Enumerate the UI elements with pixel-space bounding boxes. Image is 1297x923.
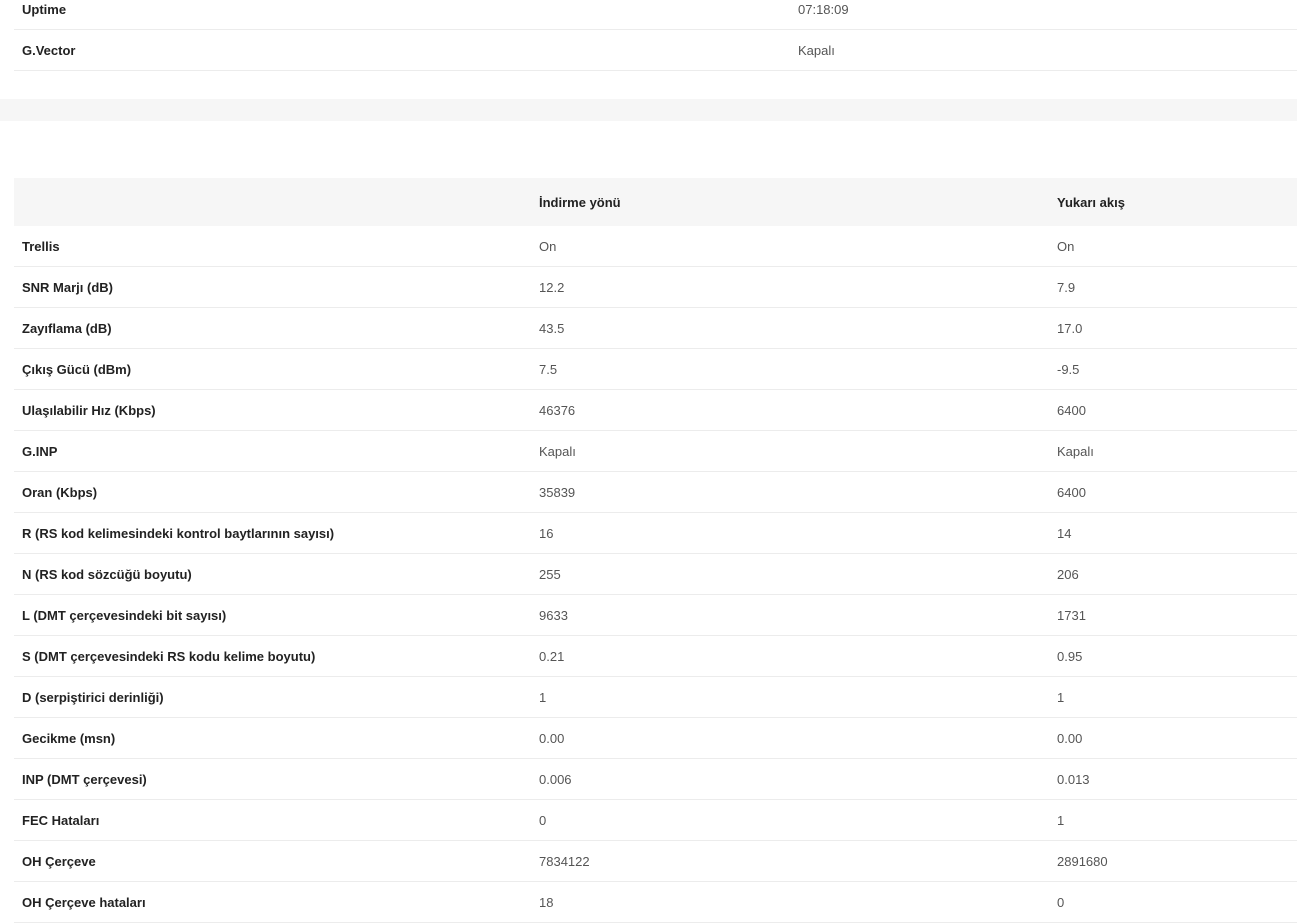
downstream-value: 35839 [531, 471, 1049, 513]
row-label: D (serpiştirici derinliği) [14, 676, 531, 718]
table-row: Çıkış Gücü (dBm) 7.5 -9.5 [14, 348, 1297, 390]
upstream-value: 6400 [1049, 389, 1297, 431]
table-row: Uptime 07:18:09 [14, 0, 1297, 30]
downstream-value: Kapalı [531, 430, 1049, 472]
table-row: L (DMT çerçevesindeki bit sayısı) 9633 1… [14, 594, 1297, 636]
row-label: Zayıflama (dB) [14, 307, 531, 349]
dsl-summary-table: Uptime 07:18:09 G.Vector Kapalı [14, 0, 1297, 71]
table-row: Zayıflama (dB) 43.5 17.0 [14, 307, 1297, 349]
downstream-value: On [531, 226, 1049, 267]
downstream-value: 9633 [531, 594, 1049, 636]
downstream-value: 46376 [531, 389, 1049, 431]
upstream-value: 0 [1049, 881, 1297, 923]
table-row: SNR Marjı (dB) 12.2 7.9 [14, 266, 1297, 308]
row-label: Ulaşılabilir Hız (Kbps) [14, 389, 531, 431]
row-label: Oran (Kbps) [14, 471, 531, 513]
table-row: FEC Hataları 0 1 [14, 799, 1297, 841]
table-row: Trellis On On [14, 226, 1297, 267]
table-row: D (serpiştirici derinliği) 1 1 [14, 676, 1297, 718]
uptime-value: 07:18:09 [790, 0, 1297, 30]
table-row: OH Çerçeve 7834122 2891680 [14, 840, 1297, 882]
table-row: OH Çerçeve hataları 18 0 [14, 881, 1297, 923]
g-vector-value: Kapalı [790, 29, 1297, 71]
uptime-label: Uptime [14, 0, 790, 30]
row-label: OH Çerçeve hataları [14, 881, 531, 923]
row-label: FEC Hataları [14, 799, 531, 841]
downstream-column-header: İndirme yönü [531, 178, 1049, 226]
upstream-value: -9.5 [1049, 348, 1297, 390]
upstream-value: Kapalı [1049, 430, 1297, 472]
table-row: G.INP Kapalı Kapalı [14, 430, 1297, 472]
upstream-value: 7.9 [1049, 266, 1297, 308]
downstream-value: 0.00 [531, 717, 1049, 759]
g-vector-label: G.Vector [14, 29, 790, 71]
table-row: Oran (Kbps) 35839 6400 [14, 471, 1297, 513]
table-row: INP (DMT çerçevesi) 0.006 0.013 [14, 758, 1297, 800]
table-row: R (RS kod kelimesindeki kontrol baytları… [14, 512, 1297, 554]
downstream-value: 0.006 [531, 758, 1049, 800]
upstream-value: 1 [1049, 676, 1297, 718]
row-label: Çıkış Gücü (dBm) [14, 348, 531, 390]
table-header-row: İndirme yönü Yukarı akış [14, 178, 1297, 226]
upstream-value: 0.00 [1049, 717, 1297, 759]
table-row: N (RS kod sözcüğü boyutu) 255 206 [14, 553, 1297, 595]
downstream-value: 7.5 [531, 348, 1049, 390]
upstream-value: 1 [1049, 799, 1297, 841]
downstream-value: 43.5 [531, 307, 1049, 349]
table-row: S (DMT çerçevesindeki RS kodu kelime boy… [14, 635, 1297, 677]
table-row: G.Vector Kapalı [14, 29, 1297, 71]
downstream-value: 0.21 [531, 635, 1049, 677]
upstream-value: 14 [1049, 512, 1297, 554]
upstream-value: 2891680 [1049, 840, 1297, 882]
upstream-column-header: Yukarı akış [1049, 178, 1297, 226]
downstream-value: 0 [531, 799, 1049, 841]
row-label: SNR Marjı (dB) [14, 266, 531, 308]
downstream-value: 7834122 [531, 840, 1049, 882]
row-label: L (DMT çerçevesindeki bit sayısı) [14, 594, 531, 636]
upstream-value: 0.013 [1049, 758, 1297, 800]
row-label: R (RS kod kelimesindeki kontrol baytları… [14, 512, 531, 554]
downstream-value: 1 [531, 676, 1049, 718]
row-label: Gecikme (msn) [14, 717, 531, 759]
downstream-value: 18 [531, 881, 1049, 923]
upstream-value: 6400 [1049, 471, 1297, 513]
table-row: Gecikme (msn) 0.00 0.00 [14, 717, 1297, 759]
section-divider [0, 99, 1297, 121]
row-label: INP (DMT çerçevesi) [14, 758, 531, 800]
row-label: G.INP [14, 430, 531, 472]
downstream-value: 16 [531, 512, 1049, 554]
line-statistics-table: İndirme yönü Yukarı akış Trellis On On S… [14, 178, 1297, 923]
row-label: Trellis [14, 226, 531, 267]
row-label: OH Çerçeve [14, 840, 531, 882]
upstream-value: 206 [1049, 553, 1297, 595]
table-row: Ulaşılabilir Hız (Kbps) 46376 6400 [14, 389, 1297, 431]
upstream-value: On [1049, 226, 1297, 267]
upstream-value: 0.95 [1049, 635, 1297, 677]
parameter-column-header [14, 178, 531, 226]
downstream-value: 12.2 [531, 266, 1049, 308]
row-label: N (RS kod sözcüğü boyutu) [14, 553, 531, 595]
upstream-value: 1731 [1049, 594, 1297, 636]
upstream-value: 17.0 [1049, 307, 1297, 349]
downstream-value: 255 [531, 553, 1049, 595]
row-label: S (DMT çerçevesindeki RS kodu kelime boy… [14, 635, 531, 677]
